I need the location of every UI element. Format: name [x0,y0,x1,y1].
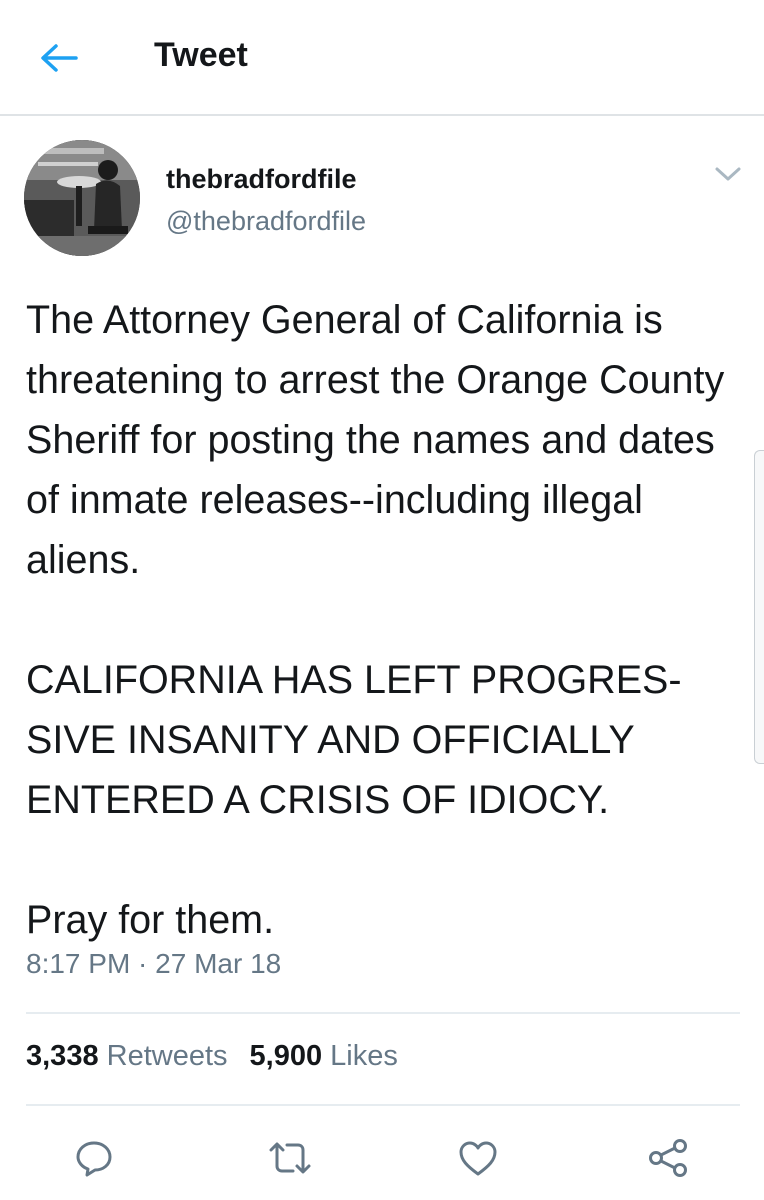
retweet-button[interactable] [264,1132,316,1184]
back-button[interactable] [30,34,86,82]
tweet-detail-screen: Tweet thebradfordfile @thebradfordfile T… [0,0,764,1200]
tweet-paragraph: The Attorney General of California is th… [26,298,725,582]
retweet-icon [269,1142,311,1174]
arrow-left-icon [41,44,78,72]
avatar[interactable] [24,140,140,256]
engagement-stats: 3,338 Retweets 5,900 Likes [26,1040,398,1073]
retweets-count: 3,338 [26,1040,99,1072]
tweet-text: The Attorney General of California is th… [26,290,746,950]
tweet-paragraph: Pray for them. [26,898,275,942]
tweet-paragraph: CALIFORNIA HAS LEFT PROGRES-SIVE INSANIT… [26,658,682,822]
tweet-timestamp[interactable]: 8:17 PM · 27 Mar 18 [26,948,281,980]
reply-icon [76,1141,112,1177]
like-button[interactable] [452,1132,504,1184]
divider [26,1012,740,1014]
likes-count: 5,900 [249,1040,323,1072]
profile-photo [24,140,140,256]
share-icon [649,1139,687,1177]
scrollbar[interactable] [754,450,764,764]
share-button[interactable] [642,1132,694,1184]
tweet-options-button[interactable] [704,156,752,192]
page-title: Tweet [154,36,248,74]
retweets-label: Retweets [106,1040,228,1072]
top-app-bar: Tweet [0,0,764,116]
divider [26,1104,740,1106]
likes-label: Likes [330,1040,398,1072]
reply-button[interactable] [68,1132,120,1184]
author-handle[interactable]: @thebradfordfile [166,206,366,237]
retweets-stat[interactable]: 3,338 Retweets [26,1040,228,1072]
author-display-name[interactable]: thebradfordfile [166,164,357,195]
chevron-down-icon [715,167,741,181]
likes-stat[interactable]: 5,900 Likes [250,1040,398,1072]
heart-icon [459,1141,497,1176]
